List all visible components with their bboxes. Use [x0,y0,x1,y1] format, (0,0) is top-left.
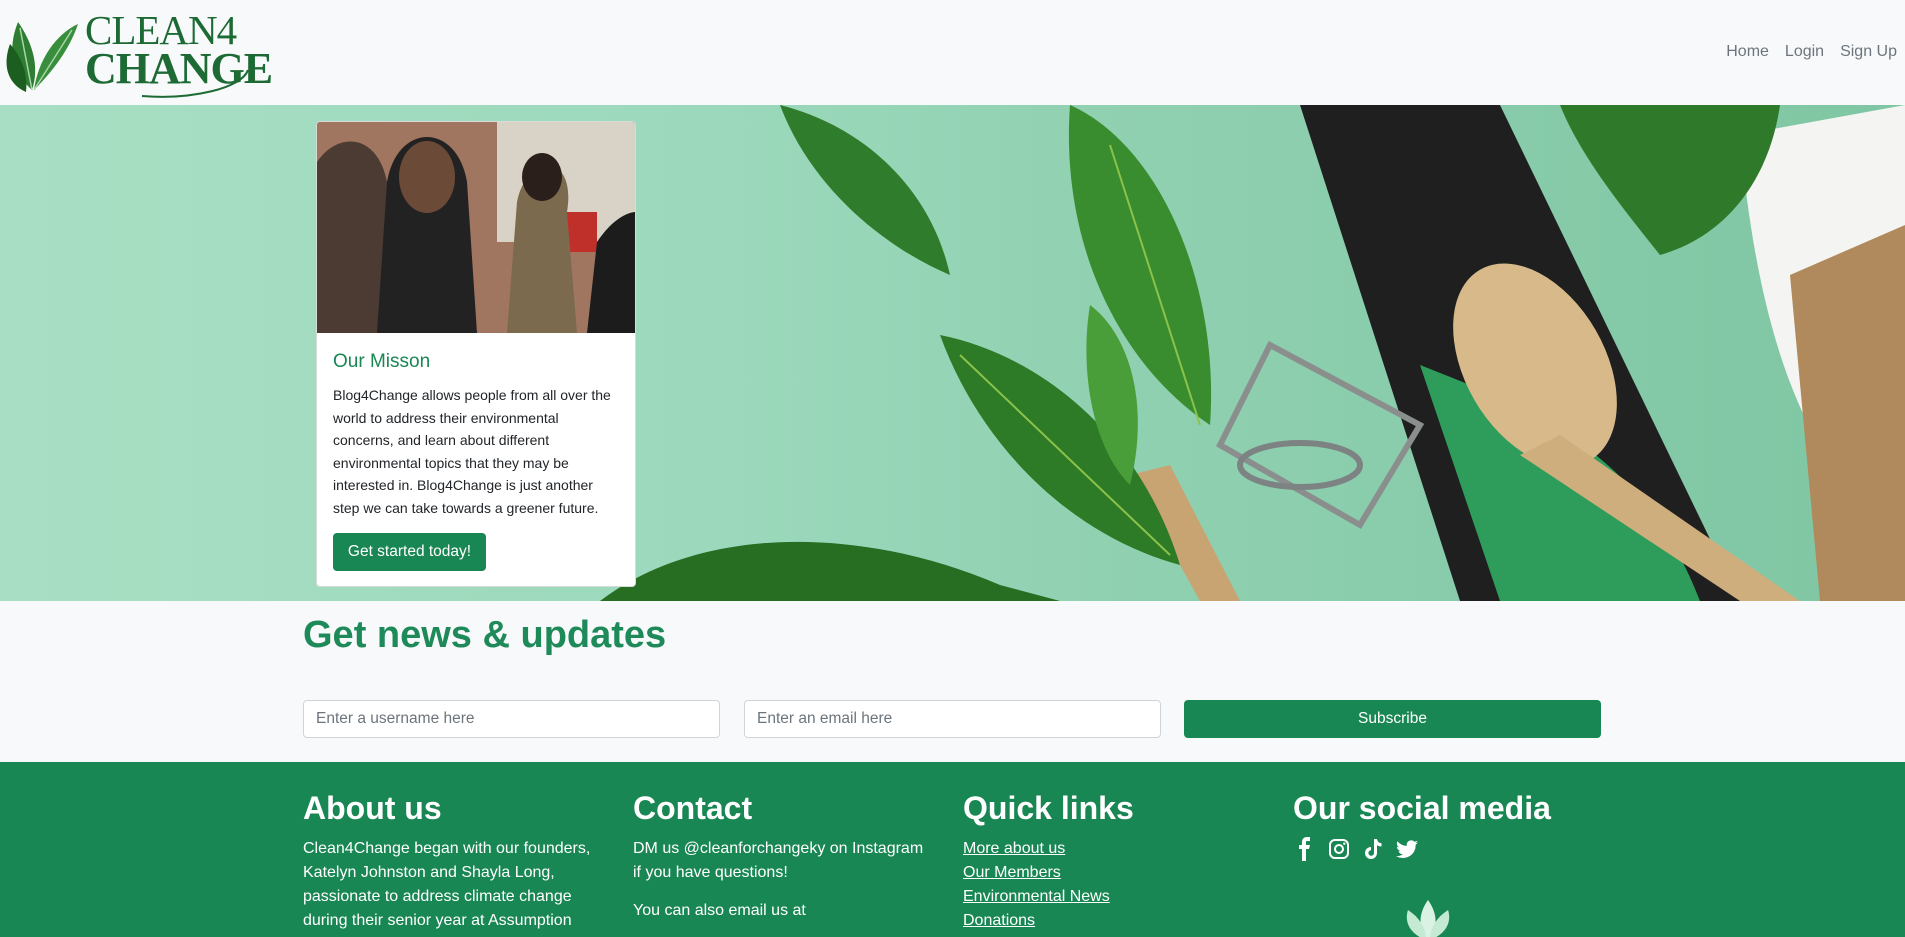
twitter-icon[interactable] [1395,837,1419,861]
contact-text: DM us @cleanforchangeky on Instagram if … [633,840,924,881]
facebook-icon[interactable] [1293,837,1317,861]
leaf-logo-icon [6,22,78,92]
about-title: About us [303,790,442,826]
quick-links-title: Quick links [963,790,1134,826]
username-input[interactable] [303,700,720,738]
social-title: Our social media [1293,790,1551,826]
link-donations[interactable]: Donations [963,909,1263,933]
nav-login-link[interactable]: Login [1777,43,1832,61]
tiktok-icon[interactable] [1361,837,1385,861]
footer-social: Our social media [1293,790,1593,937]
mission-text: Blog4Change allows people from all over … [333,387,611,516]
social-icons [1293,837,1593,861]
footer: About us Clean4Change began with our fou… [0,762,1905,937]
nav-signup-link[interactable]: Sign Up [1832,43,1905,61]
footer-contact: Contact DM us @cleanforchangeky on Insta… [633,790,933,937]
nav-menu: Home Login Sign Up [1718,43,1905,61]
hero-banner: Our Misson Blog4Change allows people fro… [0,105,1905,601]
email-input[interactable] [744,700,1161,738]
footer-about: About us Clean4Change began with our fou… [303,790,603,937]
footer-quick-links: Quick links More about us Our Members En… [963,790,1263,933]
leaf-decoration-icon [1406,900,1450,937]
news-title: Get news & updates [303,614,667,656]
mission-title: Our Misson [333,351,431,372]
hero-background-image [600,105,1905,601]
mission-photo [317,122,635,333]
link-our-members[interactable]: Our Members [963,861,1263,885]
mission-card: Our Misson Blog4Change allows people fro… [316,121,636,587]
link-more-about-us[interactable]: More about us [963,837,1263,861]
link-environmental-news[interactable]: Environmental News [963,885,1263,909]
contact-title: Contact [633,790,753,826]
contact-email-text: You can also email us at [633,902,806,919]
about-text: Clean4Change began with our founders, Ka… [303,840,591,929]
brand-logo[interactable]: CLEAN4 CHANGE [4,10,273,98]
volunteers-photo-image [317,122,635,333]
logo-swoosh-icon [141,69,249,98]
get-started-button[interactable]: Get started today! [333,533,486,571]
nav-home-link[interactable]: Home [1718,43,1777,61]
navbar: CLEAN4 CHANGE Home Login Sign Up [0,0,1905,105]
subscribe-button[interactable]: Subscribe [1184,700,1601,738]
instagram-icon[interactable] [1327,837,1351,861]
